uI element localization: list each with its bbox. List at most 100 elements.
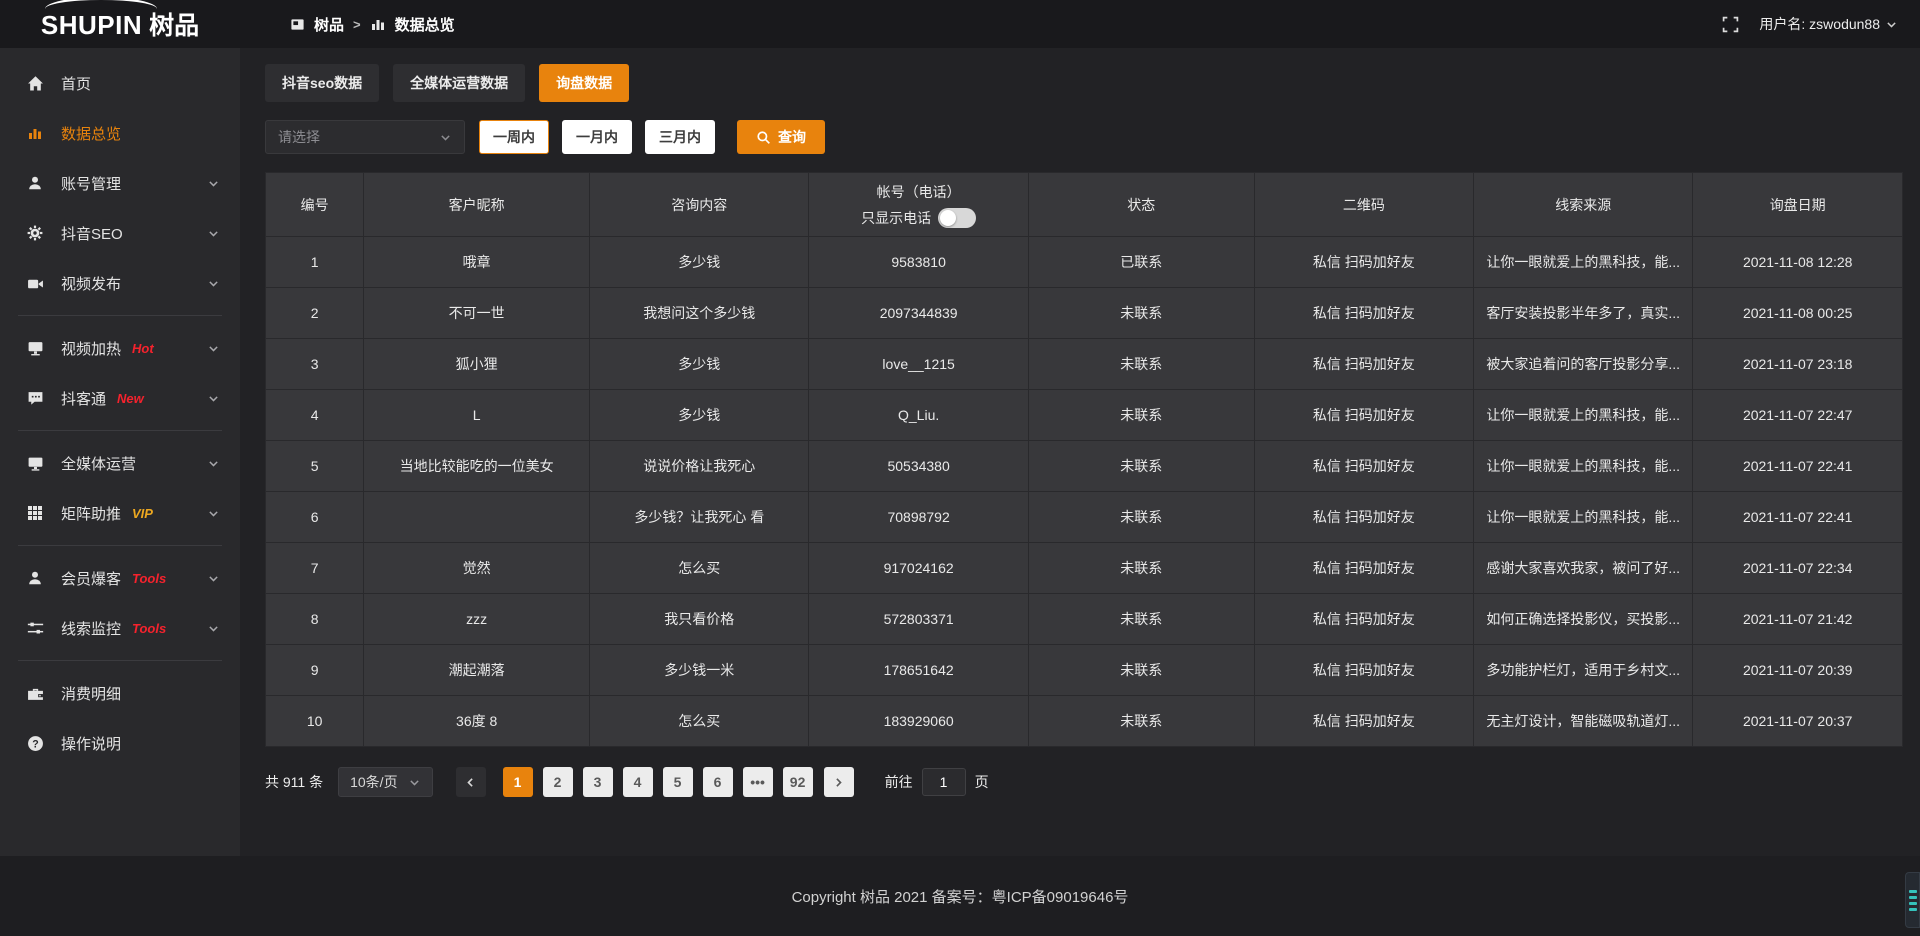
query-button-label: 查询	[778, 127, 806, 147]
sidebar-item[interactable]: 矩阵助推VIP	[0, 488, 240, 538]
breadcrumb-item[interactable]: 数据总览	[395, 14, 455, 35]
cell-source[interactable]: 让你一眼就爱上的黑科技，能...	[1474, 237, 1693, 288]
sidebar-item[interactable]: 抖客通New	[0, 373, 240, 423]
video-icon	[27, 275, 46, 292]
cell-qrcode[interactable]: 私信 扫码加好友	[1254, 441, 1473, 492]
cell-date: 2021-11-07 22:41	[1693, 441, 1903, 492]
page-button[interactable]: 1	[503, 767, 533, 797]
page-size-label: 10条/页	[350, 772, 397, 792]
pagination: 共 911 条 10条/页 123456•••92 前往 页	[265, 767, 1903, 797]
sidebar-item-label: 会员爆客	[61, 568, 121, 589]
sidebar-item[interactable]: 线索监控Tools	[0, 603, 240, 653]
sidebar-item[interactable]: 视频加热Hot	[0, 323, 240, 373]
user-menu[interactable]: 用户名: zswodun88	[1759, 14, 1898, 34]
phone-only-toggle[interactable]	[938, 208, 976, 228]
table-row: 6多少钱？让我死心 看70898792未联系私信 扫码加好友让你一眼就爱上的黑科…	[266, 492, 1903, 543]
tab-2[interactable]: 全媒体运营数据	[393, 64, 525, 102]
prev-page-button[interactable]	[456, 767, 486, 797]
range-button[interactable]: 三月内	[645, 120, 715, 154]
sidebar-item[interactable]: 消费明细	[0, 668, 240, 718]
cell-nickname: 狐小狸	[364, 339, 590, 390]
cell-qrcode[interactable]: 私信 扫码加好友	[1254, 339, 1473, 390]
cell-source[interactable]: 让你一眼就爱上的黑科技，能...	[1474, 390, 1693, 441]
sidebar-item-label: 矩阵助推	[61, 503, 121, 524]
breadcrumb-item[interactable]: 树品	[314, 14, 344, 35]
range-button[interactable]: 一周内	[479, 120, 549, 154]
cell-date: 2021-11-07 22:41	[1693, 492, 1903, 543]
page-button[interactable]: 6	[703, 767, 733, 797]
cell-source[interactable]: 让你一眼就爱上的黑科技，能...	[1474, 492, 1693, 543]
cell-no: 6	[266, 492, 364, 543]
chevron-right-icon	[832, 776, 845, 789]
table-header: 编号客户昵称咨询内容帐号（电话）只显示电话状态二维码线索来源询盘日期	[266, 173, 1903, 237]
cell-content: 多少钱	[590, 390, 809, 441]
column-header: 编号	[266, 173, 364, 237]
sidebar-item[interactable]: 数据总览	[0, 108, 240, 158]
cell-source[interactable]: 客厅安装投影半年多了，真实...	[1474, 288, 1693, 339]
cell-qrcode[interactable]: 私信 扫码加好友	[1254, 288, 1473, 339]
query-button[interactable]: 查询	[737, 120, 825, 154]
select-placeholder: 请选择	[278, 127, 320, 147]
cell-status: 未联系	[1028, 390, 1254, 441]
column-header: 二维码	[1254, 173, 1473, 237]
page-button[interactable]: 4	[623, 767, 653, 797]
sidebar-item[interactable]: ?操作说明	[0, 718, 240, 768]
sidebar-item[interactable]: 会员爆客Tools	[0, 553, 240, 603]
phone-toggle-row: 只显示电话	[817, 208, 1019, 228]
comment-icon	[27, 390, 46, 407]
cell-content: 怎么买	[590, 696, 809, 747]
app-icon	[290, 17, 305, 32]
cell-source[interactable]: 让你一眼就爱上的黑科技，能...	[1474, 441, 1693, 492]
sidebar-item[interactable]: 抖音SEO	[0, 208, 240, 258]
table-row: 5当地比较能吃的一位美女说说价格让我死心50534380未联系私信 扫码加好友让…	[266, 441, 1903, 492]
cell-status: 未联系	[1028, 441, 1254, 492]
cell-nickname: 36度 8	[364, 696, 590, 747]
cell-source[interactable]: 无主灯设计，智能磁吸轨道灯...	[1474, 696, 1693, 747]
cell-qrcode[interactable]: 私信 扫码加好友	[1254, 237, 1473, 288]
cell-qrcode[interactable]: 私信 扫码加好友	[1254, 492, 1473, 543]
sidebar-item[interactable]: 账号管理	[0, 158, 240, 208]
column-header-label: 咨询内容	[598, 195, 800, 215]
copyright-text: Copyright 树品 2021 备案号：粤ICP备09019646号	[792, 886, 1129, 907]
page-button[interactable]: 3	[583, 767, 613, 797]
jump-suffix-label: 页	[975, 772, 989, 792]
cell-account: 178651642	[809, 645, 1028, 696]
cell-source[interactable]: 多功能护栏灯，适用于乡村文...	[1474, 645, 1693, 696]
page-button[interactable]: 92	[783, 767, 813, 797]
cell-content: 说说价格让我死心	[590, 441, 809, 492]
cell-no: 7	[266, 543, 364, 594]
layout: 首页数据总览账号管理抖音SEO视频发布视频加热Hot抖客通New全媒体运营矩阵助…	[0, 48, 1920, 856]
cell-source[interactable]: 被大家追着问的客厅投影分享...	[1474, 339, 1693, 390]
floating-widget[interactable]	[1905, 872, 1920, 928]
cell-qrcode[interactable]: 私信 扫码加好友	[1254, 543, 1473, 594]
sidebar-item[interactable]: 首页	[0, 58, 240, 108]
sidebar-item[interactable]: 视频发布	[0, 258, 240, 308]
jump-page-input[interactable]	[922, 768, 966, 796]
tab-1[interactable]: 抖音seo数据	[265, 64, 379, 102]
cell-account: love__1215	[809, 339, 1028, 390]
range-button[interactable]: 一月内	[562, 120, 632, 154]
column-header: 线索来源	[1474, 173, 1693, 237]
cell-qrcode[interactable]: 私信 扫码加好友	[1254, 645, 1473, 696]
gear-icon	[27, 225, 46, 241]
page-size-select[interactable]: 10条/页	[338, 767, 432, 797]
page-ellipsis-button[interactable]: •••	[743, 767, 773, 797]
page-button[interactable]: 5	[663, 767, 693, 797]
cell-source[interactable]: 感谢大家喜欢我家，被问了好...	[1474, 543, 1693, 594]
account-select[interactable]: 请选择	[265, 120, 465, 154]
next-page-button[interactable]	[824, 767, 854, 797]
cell-qrcode[interactable]: 私信 扫码加好友	[1254, 594, 1473, 645]
cell-status: 未联系	[1028, 543, 1254, 594]
page-button[interactable]: 2	[543, 767, 573, 797]
cell-status: 未联系	[1028, 696, 1254, 747]
sidebar-item[interactable]: 全媒体运营	[0, 438, 240, 488]
cell-date: 2021-11-07 20:37	[1693, 696, 1903, 747]
cell-qrcode[interactable]: 私信 扫码加好友	[1254, 390, 1473, 441]
chevron-down-icon	[207, 392, 220, 405]
cell-source[interactable]: 如何正确选择投影仪，买投影...	[1474, 594, 1693, 645]
fullscreen-icon[interactable]	[1722, 16, 1739, 33]
tab-3[interactable]: 询盘数据	[539, 64, 629, 102]
sidebar-item-badge: New	[117, 391, 144, 406]
cell-qrcode[interactable]: 私信 扫码加好友	[1254, 696, 1473, 747]
filter-row: 请选择 一周内一月内三月内 查询	[265, 120, 1903, 154]
